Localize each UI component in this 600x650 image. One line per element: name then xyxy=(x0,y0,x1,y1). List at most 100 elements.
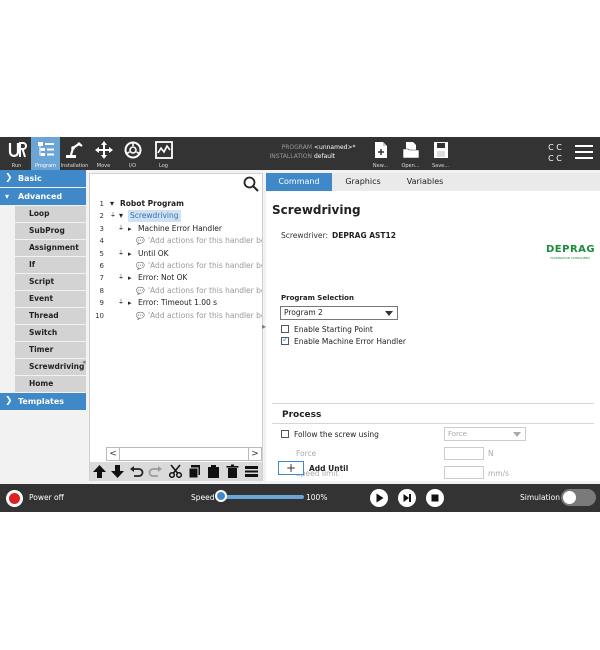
sidebar-item-home[interactable]: Home xyxy=(15,376,86,392)
tab-log-label: Log xyxy=(159,163,168,169)
tree-horizontal-scrollbar[interactable]: < > xyxy=(106,447,262,461)
enable-error-handler-option[interactable]: Enable Machine Error Handler xyxy=(281,335,406,347)
program-selection-dropdown[interactable]: Program 2 xyxy=(280,306,398,320)
tab-move[interactable]: Move xyxy=(89,137,118,170)
new-program-button[interactable]: New... xyxy=(366,137,395,170)
program-icon xyxy=(37,142,54,156)
tab-log[interactable]: Log xyxy=(149,137,178,170)
scroll-track[interactable] xyxy=(120,447,248,461)
tree-node-robot-program: Robot Program xyxy=(120,199,184,208)
save-icon xyxy=(433,142,448,158)
sidebar-item-event[interactable]: Event xyxy=(15,291,86,307)
power-button[interactable] xyxy=(6,490,23,507)
move-down-icon[interactable] xyxy=(110,464,125,479)
sidebar-item-script[interactable]: Script xyxy=(15,274,86,290)
language-icon[interactable]: C C C C xyxy=(545,142,565,164)
tab-installation[interactable]: Installation xyxy=(60,137,89,170)
tab-command[interactable]: Command xyxy=(266,173,332,191)
tab-program[interactable]: Program xyxy=(31,137,60,170)
bottom-bar: Power off Speed 100% Simulation xyxy=(0,484,600,512)
stop-icon xyxy=(431,494,439,502)
chevron-right-icon: ❯ xyxy=(5,396,13,406)
sidebar-item-subprog[interactable]: SubProg xyxy=(15,223,86,239)
tab-io-label: I/O xyxy=(128,163,137,169)
redo-icon[interactable] xyxy=(148,464,163,479)
menu-line xyxy=(575,145,593,147)
cut-icon[interactable] xyxy=(168,464,183,479)
save-program-button[interactable]: Save... xyxy=(426,137,455,170)
sidebar-section-advanced[interactable]: ▾ Advanced xyxy=(0,188,86,205)
tree-line[interactable]: 3 ⏚ ▸ Machine Error Handler xyxy=(90,223,262,235)
tree-toolbar xyxy=(90,462,262,481)
stop-button[interactable] xyxy=(426,489,444,507)
sidebar-item-loop[interactable]: Loop xyxy=(15,206,86,222)
search-icon[interactable] xyxy=(242,175,260,193)
line-number: 6 xyxy=(99,261,104,270)
suppress-icon[interactable] xyxy=(244,464,259,479)
page-title: Screwdriving xyxy=(272,203,361,217)
undo-icon[interactable] xyxy=(129,464,144,479)
sidebar-item-if[interactable]: If xyxy=(15,257,86,273)
ur-logo-icon xyxy=(8,142,27,158)
play-icon xyxy=(376,493,384,503)
menu-line xyxy=(575,151,593,153)
program-info: PROGRAM <unnamed>* INSTALLATION default xyxy=(248,143,368,161)
tree-line[interactable]: 4 💬 'Add actions for this handler be xyxy=(90,235,262,247)
simulation-toggle[interactable] xyxy=(561,489,596,506)
tree-expand-icon[interactable]: ▾ xyxy=(110,198,114,210)
sidebar-item-switch[interactable]: Switch xyxy=(15,325,86,341)
sidebar-section-templates[interactable]: ❯ Templates xyxy=(0,393,86,410)
tree-line[interactable]: 2 ⏚ ▾ Screwdriving xyxy=(90,210,262,223)
tree-line[interactable]: 9 ⏚ ▸ Error: Timeout 1.00 s xyxy=(90,297,262,309)
speed-slider[interactable] xyxy=(218,495,304,499)
tree-line[interactable]: 5 ⏚ ▸ Until OK xyxy=(90,248,262,260)
sidebar-item-timer[interactable]: Timer xyxy=(15,342,86,358)
sidebar-item-thread[interactable]: Thread xyxy=(15,308,86,324)
tree-pin-icon: ⏚ xyxy=(118,249,125,257)
tree-line[interactable]: 6 💬 'Add actions for this handler be xyxy=(90,260,262,272)
new-program-label: New... xyxy=(372,163,389,169)
tree-expand-icon[interactable]: ▸ xyxy=(128,223,132,235)
tree-expand-icon[interactable]: ▸ xyxy=(128,272,132,284)
tree-node-until-ok: Until OK xyxy=(138,248,169,258)
tree-line[interactable]: 1 ▾ Robot Program xyxy=(90,198,262,210)
sidebar-section-basic[interactable]: ❯ Basic xyxy=(0,170,86,187)
tab-graphics[interactable]: Graphics xyxy=(332,173,394,191)
scroll-right-button[interactable]: > xyxy=(248,447,262,461)
top-bar: Run Program Installation Move I/O Log PR… xyxy=(0,137,600,170)
add-until-button[interactable]: + xyxy=(278,461,304,475)
tree-node-comment: 'Add actions for this handler be xyxy=(148,310,262,320)
delete-icon[interactable] xyxy=(225,464,240,479)
tab-installation-label: Installation xyxy=(60,163,89,169)
tree-expand-icon[interactable]: ▸ xyxy=(128,248,132,260)
step-button[interactable] xyxy=(398,489,416,507)
enable-error-handler-checkbox[interactable] xyxy=(281,335,289,345)
tree-line[interactable]: 7 ⏚ ▸ Error: Not OK xyxy=(90,272,262,284)
sidebar-item-screwdriving[interactable]: Screwdriving xyxy=(15,359,86,375)
deprag-logo-text: DEPRAG xyxy=(546,244,596,255)
collapse-sidebar-icon[interactable]: ◂ xyxy=(82,358,86,366)
tree-node-error-timeout: Error: Timeout 1.00 s xyxy=(138,298,218,308)
tab-run[interactable]: Run xyxy=(2,137,31,170)
sidebar-item-assignment[interactable]: Assignment xyxy=(15,240,86,256)
paste-icon[interactable] xyxy=(206,464,221,479)
tab-variables[interactable]: Variables xyxy=(394,173,456,191)
tree-line[interactable]: 8 💬 'Add actions for this handler be xyxy=(90,285,262,297)
scroll-left-button[interactable]: < xyxy=(106,447,120,461)
hamburger-menu-icon[interactable] xyxy=(575,145,593,161)
move-up-icon[interactable] xyxy=(92,464,107,479)
tab-io[interactable]: I/O xyxy=(118,137,147,170)
speed-slider-handle[interactable] xyxy=(215,490,227,502)
tree-expand-icon[interactable]: ▾ xyxy=(119,210,123,222)
copy-icon[interactable] xyxy=(187,464,202,479)
enable-starting-point-checkbox[interactable] xyxy=(281,325,289,333)
play-button[interactable] xyxy=(370,489,388,507)
language-icon-row: C C xyxy=(548,143,562,152)
tree-line[interactable]: 10 💬 'Add actions for this handler be xyxy=(90,310,262,322)
enable-starting-point-option[interactable]: Enable Starting Point xyxy=(281,325,373,335)
tree-pin-icon: ⏚ xyxy=(118,299,125,307)
open-program-button[interactable]: Open... xyxy=(396,137,425,170)
open-program-label: Open... xyxy=(401,163,420,169)
program-name: <unnamed>* xyxy=(314,144,356,151)
tree-expand-icon[interactable]: ▸ xyxy=(128,297,132,309)
